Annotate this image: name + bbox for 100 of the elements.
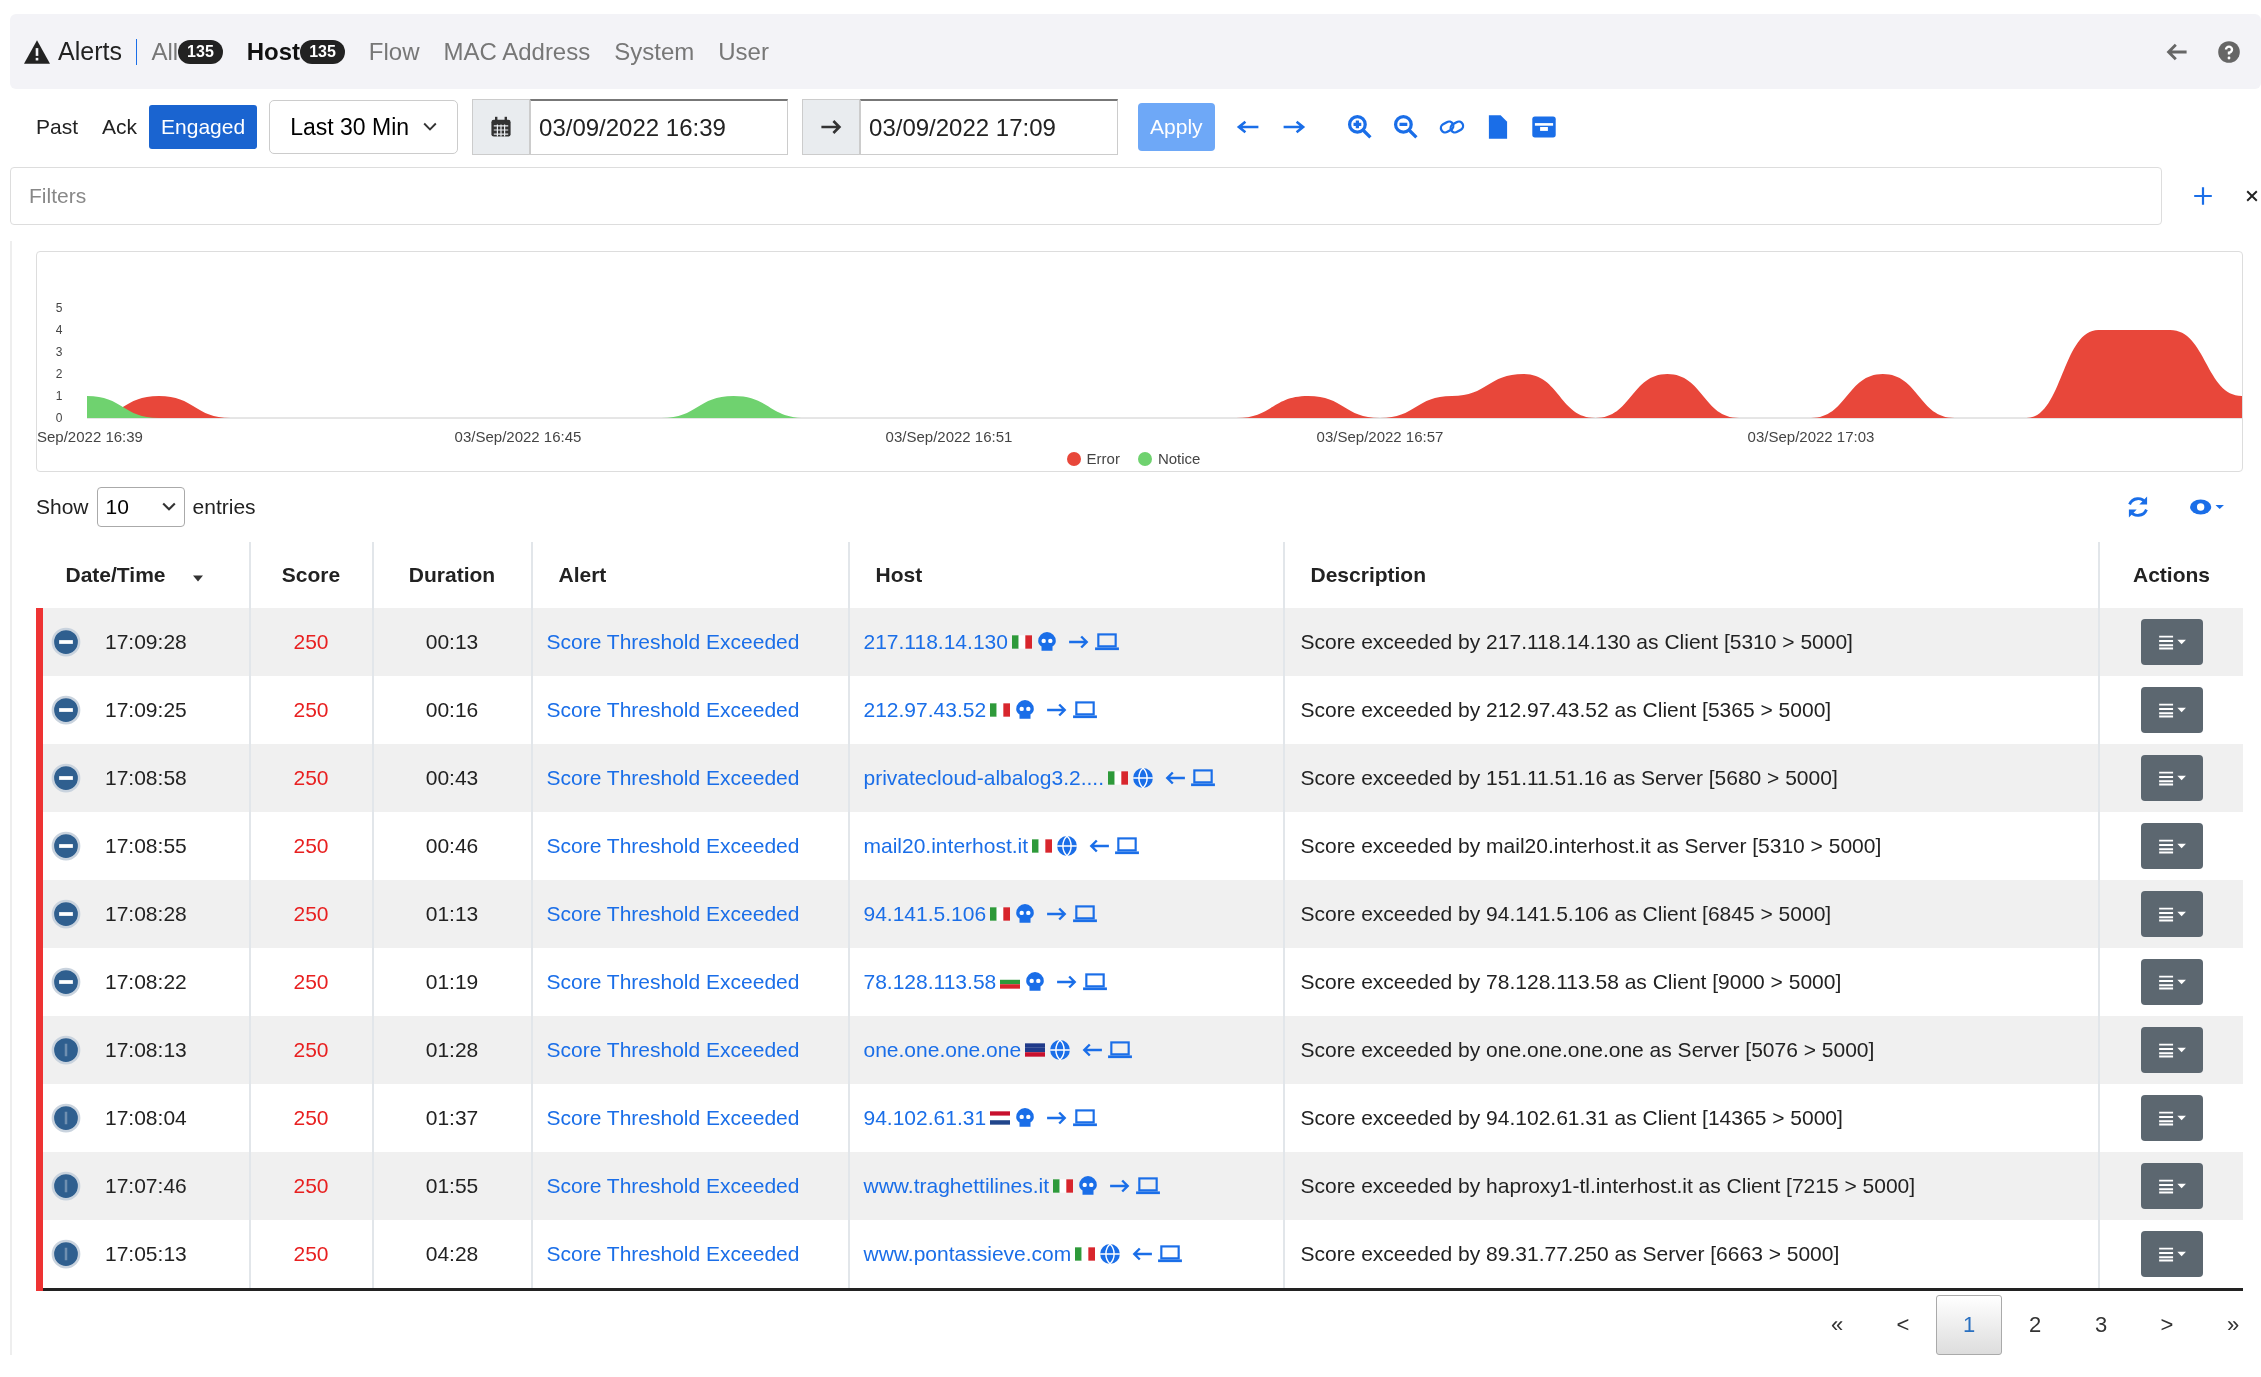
circle-icon[interactable] [51,1239,81,1269]
nav-tab[interactable]: All 135 [151,37,223,66]
pagination-button[interactable]: « [1804,1295,1870,1355]
circle-icon[interactable] [51,1171,81,1201]
actions-dropdown-button[interactable] [2140,1231,2203,1277]
score-cell: 250 [293,698,329,721]
nav-tab[interactable]: Host 135 [246,37,345,66]
alert-link[interactable]: Score Threshold Exceeded [546,970,800,993]
circle-icon[interactable] [51,1103,81,1133]
help-icon[interactable] [2217,39,2241,64]
host-link[interactable]: one.one.one.one [863,1038,1022,1062]
alert-link[interactable]: Score Threshold Exceeded [546,1242,800,1265]
x-tick-label: 03/Sep/2022 16:51 [885,428,1013,445]
score-cell: 250 [293,1106,329,1129]
pagination-button[interactable]: 1 [1936,1295,2002,1355]
laptop-icon [1093,632,1120,652]
host-link[interactable]: privatecloud-albalog3.2.... [863,766,1104,790]
score-cell: 250 [293,902,329,925]
host-link[interactable]: 212.97.43.52 [863,698,987,722]
host-link[interactable]: 78.128.113.58 [863,970,997,994]
actions-dropdown-button[interactable] [2140,619,2203,665]
minus-circle-icon[interactable] [51,967,81,997]
y-tick-label: 2 [55,367,63,381]
pagination-button[interactable]: < [1870,1295,1936,1355]
left-arrow-icon [1081,1042,1104,1058]
close-icon[interactable] [2244,188,2260,204]
column-header[interactable]: Date/Time [65,563,166,586]
duration-cell: 00:43 [425,766,479,789]
flag-icon [1108,771,1128,785]
minus-circle-icon[interactable] [51,899,81,929]
flag-icon [1025,1043,1046,1057]
x-tick-label: Sep/2022 16:39 [37,428,143,445]
warning-icon [24,39,50,64]
circle-icon[interactable] [51,1035,81,1065]
entries-label: entries [192,495,256,519]
host-link[interactable]: www.traghettilines.it [863,1174,1050,1198]
column-header[interactable]: Description [1310,563,1427,586]
column-header[interactable]: Alert [558,563,607,586]
minus-circle-icon[interactable] [51,763,81,793]
filters-field[interactable]: Filters [10,167,2162,225]
globe-icon [1056,835,1079,857]
host-link[interactable]: 94.102.61.31 [863,1106,987,1130]
column-header[interactable]: Score [281,563,341,586]
status-tab[interactable]: Past [24,105,91,149]
actions-dropdown-button[interactable] [2140,823,2203,869]
archive-icon[interactable] [1530,114,1557,140]
actions-dropdown-button[interactable] [2140,755,2203,801]
nav-tab[interactable]: Flow [368,37,420,66]
minus-circle-icon[interactable] [51,831,81,861]
status-tab[interactable]: Ack [90,105,150,149]
nav-tab[interactable]: System [614,37,695,66]
host-link[interactable]: 94.141.5.106 [863,902,987,926]
x-tick-label: 03/Sep/2022 16:57 [1316,428,1444,445]
alert-link[interactable]: Score Threshold Exceeded [546,1106,800,1129]
zoom-in-icon[interactable] [1346,114,1373,140]
nav-tab[interactable]: User [718,37,769,66]
end-date-field[interactable]: 03/09/2022 17:09 [860,99,1119,155]
actions-dropdown-button[interactable] [2140,959,2203,1005]
actions-dropdown-button[interactable] [2140,1163,2203,1209]
minus-circle-icon[interactable] [51,627,81,657]
laptop-icon [1190,768,1216,788]
apply-button[interactable]: Apply [1138,103,1215,151]
zoom-out-icon[interactable] [1392,114,1419,140]
right-arrow-icon [1046,702,1069,718]
description-cell: Score exceeded by mail20.interhost.it as Server [5310 > 5000] [1300,834,1882,857]
start-date-field[interactable]: 03/09/2022 16:39 [530,99,789,155]
score-cell: 250 [293,766,329,789]
actions-dropdown-button[interactable] [2140,1095,2203,1141]
minus-circle-icon[interactable] [51,695,81,725]
status-tab[interactable]: Engaged [149,105,258,149]
laptop-icon [1114,836,1141,856]
pagination-button[interactable]: 2 [2002,1295,2068,1355]
menu-caret-icon [2156,906,2187,922]
actions-dropdown-button[interactable] [2140,1027,2203,1073]
actions-dropdown-button[interactable] [2140,687,2203,733]
pagination-button[interactable]: 3 [2068,1295,2134,1355]
host-link[interactable]: 217.118.14.130 [863,630,1008,654]
actions-dropdown-button[interactable] [2140,891,2203,937]
host-link[interactable]: mail20.interhost.it [863,834,1029,858]
duration-cell: 01:13 [425,902,479,925]
alert-link[interactable]: Score Threshold Exceeded [546,698,800,721]
sort-caret-icon[interactable] [193,575,204,582]
description-cell: Score exceeded by 94.141.5.106 as Client [6845 > 5000] [1300,902,1832,925]
time-cell: 17:08:04 [105,1106,187,1130]
column-header[interactable]: Actions [2133,563,2210,586]
range-dropdown[interactable]: Last 30 Min [269,100,459,154]
pagination-button[interactable]: > [2134,1295,2200,1355]
duration-cell: 01:37 [425,1106,479,1129]
plus-icon[interactable] [2192,185,2214,207]
refresh-icon[interactable] [2125,494,2151,520]
laptop-icon [1072,1108,1099,1128]
description-cell: Score exceeded by 212.97.43.52 as Client [5365 > 5000] [1300,698,1832,721]
column-header[interactable]: Duration [408,563,496,586]
column-header[interactable]: Host [875,563,923,586]
page-size-select[interactable]: 10 [96,487,185,527]
host-link[interactable]: www.pontassieve.com [863,1242,1072,1266]
flag-icon [1011,635,1032,649]
pagination-button[interactable]: » [2200,1295,2261,1355]
alert-link[interactable]: Score Threshold Exceeded [546,834,800,857]
nav-tab[interactable]: MAC Address [443,37,591,66]
